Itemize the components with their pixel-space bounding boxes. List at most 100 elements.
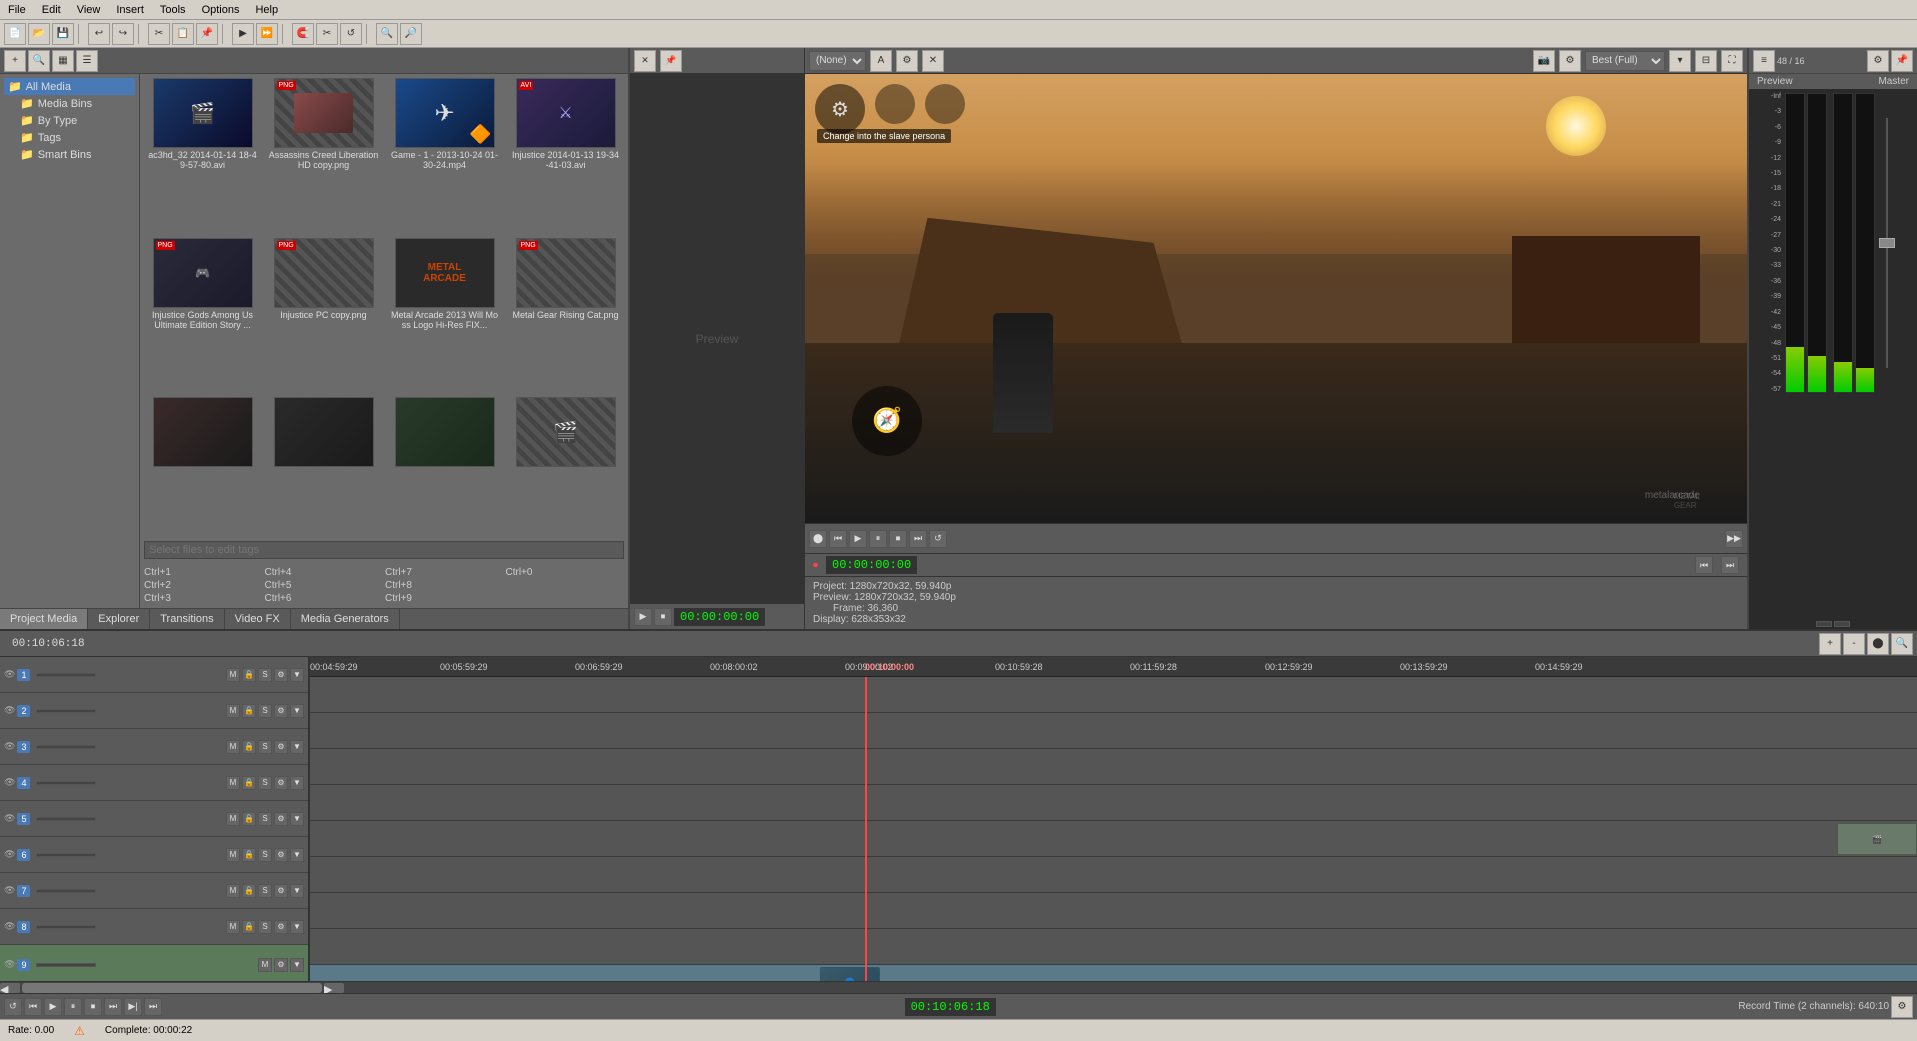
master-pin[interactable]: 📌: [1891, 50, 1913, 72]
track-settings-7[interactable]: ⚙: [274, 884, 288, 898]
menu-help[interactable]: Help: [247, 2, 286, 18]
track-vol-9[interactable]: [36, 963, 96, 967]
media-item[interactable]: ✈ 🔶 Game - 1 - 2013-10-24 01-30-24.mp4: [386, 78, 503, 234]
track-vol-1[interactable]: [36, 673, 96, 677]
loop-button[interactable]: ↺: [340, 23, 362, 45]
tree-all-media[interactable]: 📁 All Media: [4, 78, 135, 95]
media-item[interactable]: 🎬: [507, 397, 624, 533]
track-lane-4[interactable]: [310, 785, 1917, 821]
menu-view[interactable]: View: [69, 2, 109, 18]
master-settings[interactable]: ⚙: [1867, 50, 1889, 72]
shortcut[interactable]: Ctrl+5: [265, 580, 384, 591]
menu-file[interactable]: File: [0, 2, 34, 18]
play-btn-prev[interactable]: ▶: [634, 608, 652, 626]
loop-btn[interactable]: ↺: [929, 530, 947, 548]
track-lane-1[interactable]: [310, 677, 1917, 713]
track-lock-2[interactable]: 🔒: [242, 704, 256, 718]
scroll-thumb[interactable]: [22, 983, 322, 993]
track-vol-3[interactable]: [36, 745, 96, 749]
track-expand-6[interactable]: ▼: [290, 848, 304, 862]
meter-ctrl-r[interactable]: [1834, 621, 1850, 627]
redo-button[interactable]: ↪: [112, 23, 134, 45]
menu-edit[interactable]: Edit: [34, 2, 69, 18]
play-btn[interactable]: ▶: [849, 530, 867, 548]
shortcut[interactable]: Ctrl+6: [265, 593, 384, 604]
undo-button[interactable]: ↩: [88, 23, 110, 45]
zoom-in-button[interactable]: 🔍: [376, 23, 398, 45]
media-item[interactable]: [265, 397, 382, 533]
menu-tools[interactable]: Tools: [152, 2, 194, 18]
shortcut[interactable]: Ctrl+7: [385, 567, 504, 578]
track-settings-3[interactable]: ⚙: [274, 740, 288, 754]
scroll-right[interactable]: ▶: [324, 983, 344, 993]
tab-media-generators[interactable]: Media Generators: [291, 609, 400, 629]
track-settings-8[interactable]: ⚙: [274, 920, 288, 934]
track-settings-6[interactable]: ⚙: [274, 848, 288, 862]
track-mute-3[interactable]: M: [226, 740, 240, 754]
track-expand-9[interactable]: ▼: [290, 958, 304, 972]
tl-end[interactable]: ⏭: [144, 998, 162, 1016]
track-vol-7[interactable]: [36, 889, 96, 893]
track-solo-4[interactable]: S: [258, 776, 272, 790]
track-lane-5[interactable]: 🎬: [310, 821, 1917, 857]
stop-btn[interactable]: ⏹: [889, 530, 907, 548]
track-mute-1[interactable]: M: [226, 668, 240, 682]
preview-fullscreen[interactable]: ⛶: [1721, 50, 1743, 72]
track-eye-4[interactable]: 👁: [4, 777, 15, 788]
search-button[interactable]: 🔍: [28, 50, 50, 72]
track-expand-3[interactable]: ▼: [290, 740, 304, 754]
media-item[interactable]: [144, 397, 261, 533]
tree-by-type[interactable]: 📁 By Type: [4, 112, 135, 129]
media-item[interactable]: 🎬 ac3hd_32 2014-01-14 18-49-57-80.avi: [144, 78, 261, 234]
track-lane-9[interactable]: 👤: [310, 965, 1917, 981]
track-vol-4[interactable]: [36, 781, 96, 785]
media-item[interactable]: [386, 397, 503, 533]
copy-button[interactable]: 📋: [172, 23, 194, 45]
track-expand-4[interactable]: ▼: [290, 776, 304, 790]
media-item[interactable]: PNG 🎮 Injustice Gods Among Us Ultimate E…: [144, 238, 261, 394]
new-button[interactable]: 📄: [4, 23, 26, 45]
snap-button[interactable]: 🧲: [292, 23, 314, 45]
open-button[interactable]: 📂: [28, 23, 50, 45]
track-vol-6[interactable]: [36, 853, 96, 857]
tl-loop[interactable]: ↺: [4, 998, 22, 1016]
tl-rewind[interactable]: ⏮: [24, 998, 42, 1016]
track-expand-2[interactable]: ▼: [290, 704, 304, 718]
track-solo-8[interactable]: S: [258, 920, 272, 934]
track-settings-1[interactable]: ⚙: [274, 668, 288, 682]
track-solo-7[interactable]: S: [258, 884, 272, 898]
shortcut[interactable]: Ctrl+8: [385, 580, 504, 591]
track-eye-2[interactable]: 👁: [4, 705, 15, 716]
preview-tb1[interactable]: A: [870, 50, 892, 72]
meter-ctrl-l[interactable]: [1816, 621, 1832, 627]
tree-media-bins[interactable]: 📁 Media Bins: [4, 95, 135, 112]
media-item[interactable]: PNG Injustice PC copy.png: [265, 238, 382, 394]
shortcut[interactable]: Ctrl+0: [506, 567, 625, 578]
track-solo-5[interactable]: S: [258, 812, 272, 826]
render2-button[interactable]: ⏩: [256, 23, 278, 45]
paste-button[interactable]: 📌: [196, 23, 218, 45]
preview-pin[interactable]: 📌: [660, 50, 682, 72]
master-fader[interactable]: [1879, 238, 1895, 248]
meter-btn[interactable]: ≡: [1753, 50, 1775, 72]
tl-tb2[interactable]: -: [1843, 633, 1865, 655]
track-mute-7[interactable]: M: [226, 884, 240, 898]
timeline-scrollbar[interactable]: ◀ ▶: [0, 981, 1917, 993]
track-eye-6[interactable]: 👁: [4, 849, 15, 860]
track-expand-1[interactable]: ▼: [290, 668, 304, 682]
media-item[interactable]: METALARCADE Metal Arcade 2013 Will Moss …: [386, 238, 503, 394]
mark-in[interactable]: ⬤: [809, 530, 827, 548]
tree-smart-bins[interactable]: 📁 Smart Bins: [4, 146, 135, 163]
shortcut[interactable]: Ctrl+1: [144, 567, 263, 578]
play-to-end[interactable]: ⏭: [909, 530, 927, 548]
track-lock-7[interactable]: 🔒: [242, 884, 256, 898]
track-vol-2[interactable]: [36, 709, 96, 713]
track-eye-8[interactable]: 👁: [4, 921, 15, 932]
tl-tb1[interactable]: +: [1819, 633, 1841, 655]
list-view[interactable]: ☰: [76, 50, 98, 72]
media-item[interactable]: PNG Metal Gear Rising Cat.png: [507, 238, 624, 394]
media-item[interactable]: PNG Assassins Creed Liberation HD copy.p…: [265, 78, 382, 234]
track-lock-4[interactable]: 🔒: [242, 776, 256, 790]
zoom-out-button[interactable]: 🔎: [400, 23, 422, 45]
clip-5[interactable]: 🎬: [1837, 823, 1917, 855]
